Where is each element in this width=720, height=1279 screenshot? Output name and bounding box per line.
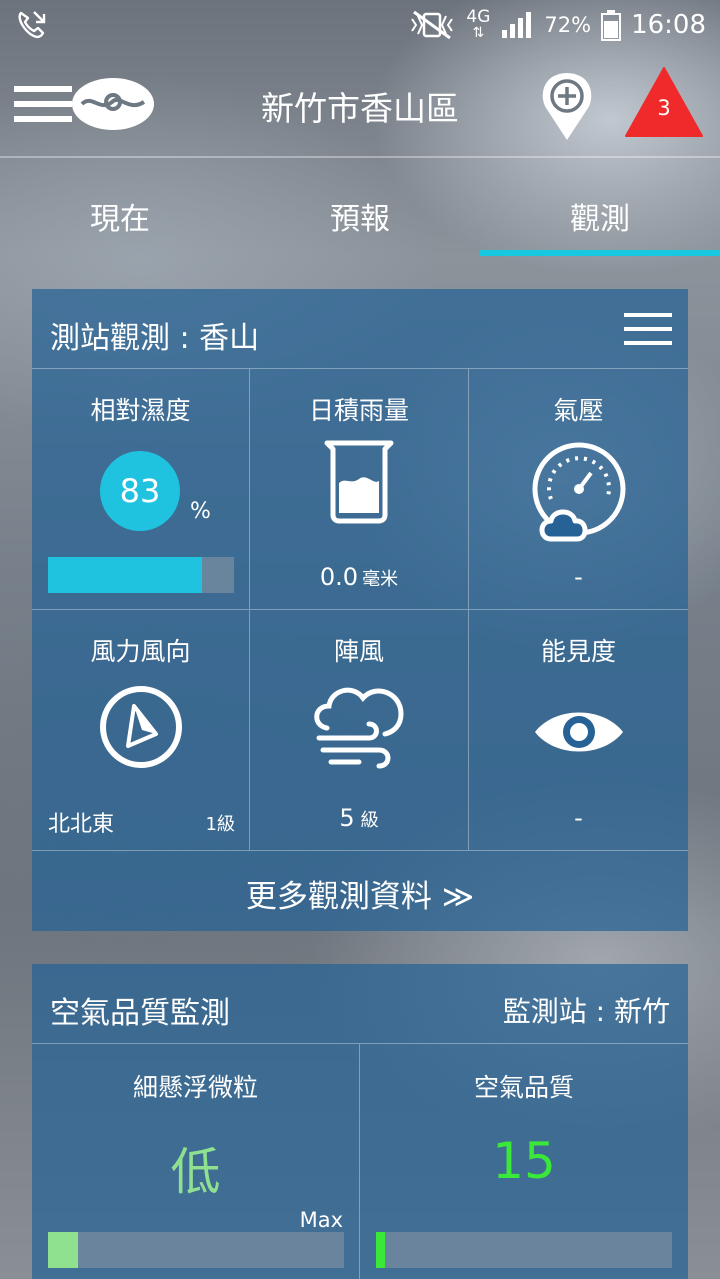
air-quality-title: 空氣品質監測 (50, 996, 230, 1031)
tab-bar: 現在 預報 觀測 (0, 160, 720, 260)
aqi-cell[interactable]: 空氣品質 15 (360, 1044, 688, 1279)
status-bar: 4G ⇅ 72% 16:08 (0, 0, 720, 50)
aqi-bar (376, 1232, 672, 1268)
gust-value-row: 5級 (250, 804, 468, 832)
vibrate-mute-icon (411, 10, 454, 40)
list-menu-icon[interactable] (624, 313, 672, 345)
warning-count: 3 (657, 96, 671, 120)
pressure-cell[interactable]: 氣壓 - (469, 369, 688, 610)
rain-value: 0.0 (319, 563, 359, 591)
pm25-max-label: Max (299, 1208, 343, 1232)
aqi-label: 空氣品質 (473, 1073, 574, 1102)
battery-icon (601, 10, 622, 41)
battery-percent: 72% (544, 13, 592, 37)
gust-cell[interactable]: 陣風 5級 (250, 610, 469, 851)
station-card: 測站觀測 : 香山 相對濕度 83 % 日積雨量 0.0 毫米 氣壓 - 風力風… (32, 289, 688, 931)
gust-unit: 級 (360, 810, 379, 831)
rain-cell[interactable]: 日積雨量 0.0 毫米 (250, 369, 469, 610)
rain-unit: 毫米 (362, 569, 399, 590)
tab-observation[interactable]: 觀測 (480, 160, 720, 260)
pm25-value: 低 (170, 1143, 221, 1201)
air-quality-card: 空氣品質監測 監測站 : 新竹 細懸浮微粒 低 Max 空氣品質 15 (32, 964, 688, 1279)
signal-icon (502, 12, 532, 38)
visibility-cell[interactable]: 能見度 - (469, 610, 688, 851)
air-quality-station[interactable]: 監測站 : 新竹 (503, 990, 670, 1030)
aqi-value: 15 (492, 1132, 556, 1190)
tab-forecast[interactable]: 預報 (240, 160, 480, 260)
visibility-value: - (574, 804, 583, 832)
wind-label: 風力風向 (90, 637, 191, 666)
phone-missed-icon (18, 11, 46, 39)
aqi-bar-fill (376, 1232, 385, 1268)
barometer-icon (532, 442, 625, 542)
city-title[interactable]: 新竹市香山區 (0, 82, 720, 130)
pm25-label: 細懸浮微粒 (132, 1073, 258, 1102)
air-quality-grid: 細懸浮微粒 低 Max 空氣品質 15 (32, 1044, 688, 1279)
gust-value: 5 (339, 804, 355, 832)
pm25-cell[interactable]: 細懸浮微粒 低 Max (32, 1044, 360, 1279)
air-quality-header: 空氣品質監測 監測站 : 新竹 (32, 964, 688, 1044)
data-arrows-icon: ⇅ (472, 25, 485, 41)
station-card-header: 測站觀測 : 香山 (32, 289, 688, 369)
pm25-bar-fill (48, 1232, 78, 1268)
wind-level: 1級 (205, 814, 235, 835)
pressure-label: 氣壓 (553, 396, 604, 425)
wind-cell[interactable]: 風力風向 北北東 1級 (32, 610, 250, 851)
visibility-label: 能見度 (540, 637, 616, 666)
app-bar: 新竹市香山區 3 (0, 52, 720, 158)
more-observations-link[interactable]: 更多觀測資料 ≫ (32, 851, 688, 931)
rain-value-row: 0.0 毫米 (250, 563, 468, 591)
humidity-cell[interactable]: 相對濕度 83 % (32, 369, 250, 610)
rain-label: 日積雨量 (308, 396, 409, 425)
tab-now[interactable]: 現在 (0, 160, 240, 260)
observation-grid: 相對濕度 83 % 日積雨量 0.0 毫米 氣壓 - 風力風向 北北東 1級 陣… (32, 369, 688, 851)
beaker-icon (324, 440, 394, 524)
clock: 16:08 (631, 10, 706, 40)
wind-direction: 北北東 (48, 812, 115, 837)
wind-cloud-icon (314, 687, 404, 769)
humidity-label: 相對濕度 (90, 396, 191, 425)
gust-label: 陣風 (333, 637, 384, 666)
network-type: 4G (466, 7, 491, 27)
humidity-value: 83 (100, 451, 180, 531)
eye-icon (534, 712, 623, 752)
humidity-bar-fill (48, 557, 203, 593)
pressure-value: - (574, 563, 583, 591)
humidity-bar (48, 557, 234, 593)
add-location-icon[interactable] (538, 70, 596, 142)
pm25-bar (48, 1232, 344, 1268)
humidity-unit: % (190, 499, 211, 524)
compass-icon (99, 686, 182, 768)
station-title: 測站觀測 : 香山 (50, 321, 260, 356)
